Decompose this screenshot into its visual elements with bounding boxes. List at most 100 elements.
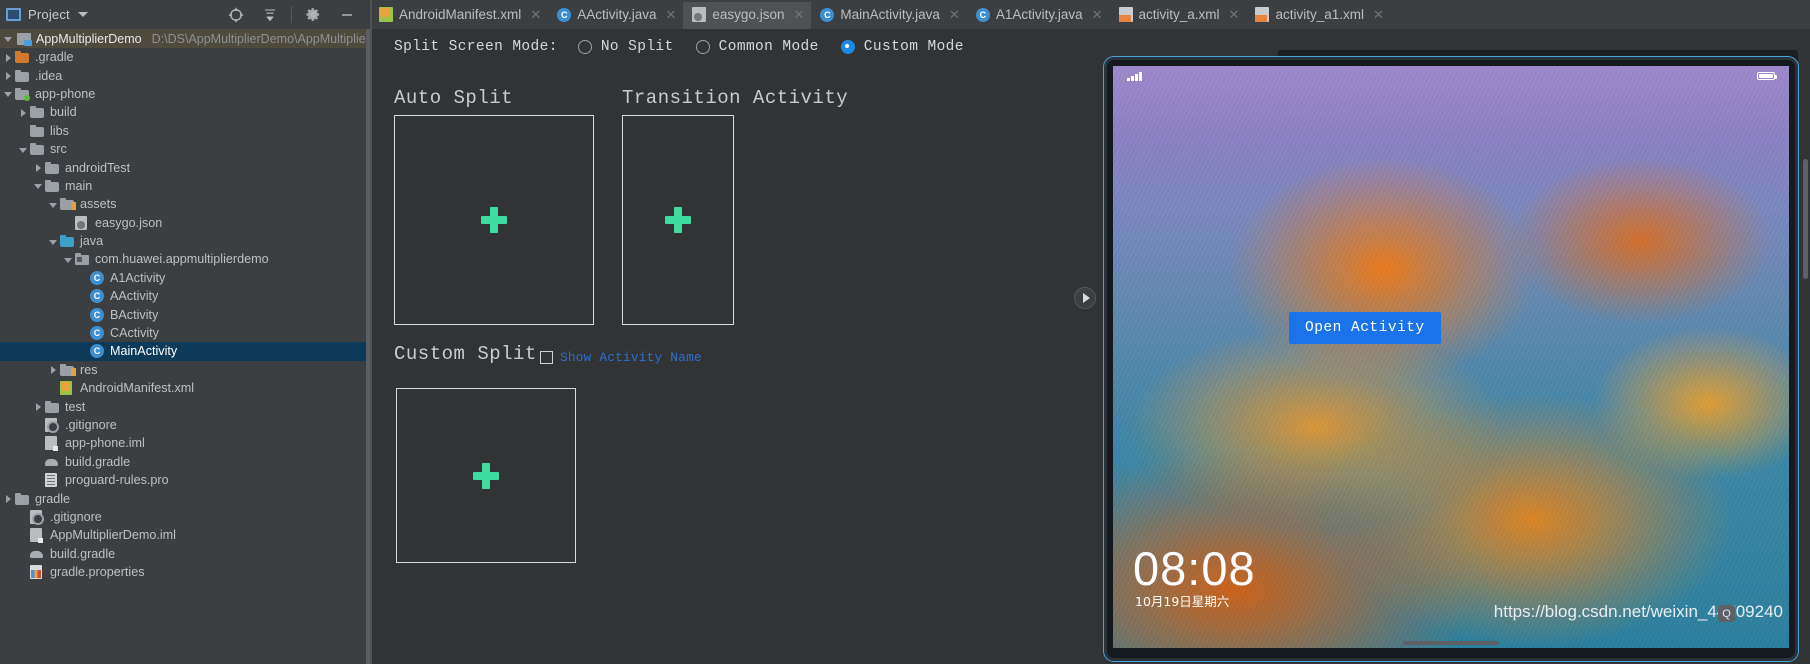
tree-item[interactable]: CActivity [0, 324, 370, 342]
plus-icon[interactable] [481, 207, 507, 233]
tree-item[interactable]: AActivity [0, 287, 370, 305]
close-icon[interactable]: ✕ [666, 7, 677, 23]
tree-item[interactable]: assets [0, 195, 370, 213]
open-activity-button[interactable]: Open Activity [1289, 312, 1441, 344]
tree-item[interactable]: libs [0, 122, 370, 140]
tree-item[interactable]: gradle.properties [0, 563, 370, 581]
chevron-right-icon[interactable] [2, 69, 15, 82]
folder-icon [45, 179, 62, 192]
editor-tab[interactable]: activity_a1.xml ✕ [1246, 0, 1390, 29]
tree-item[interactable]: .gradle [0, 48, 370, 66]
chevron-right-icon[interactable] [47, 363, 60, 376]
target-icon[interactable] [219, 0, 253, 29]
chevron-right-icon[interactable] [32, 161, 45, 174]
radio-icon[interactable] [577, 40, 592, 54]
collapse-all-icon[interactable] [253, 0, 287, 29]
editor-tab[interactable]: AActivity.java ✕ [548, 0, 683, 29]
tree-item[interactable]: .idea [0, 66, 370, 84]
tree-item[interactable]: com.huawei.appmultiplierdemo [0, 250, 370, 268]
tree-item[interactable]: res [0, 361, 370, 379]
close-icon[interactable]: ✕ [530, 7, 541, 23]
chevron-right-icon[interactable] [17, 106, 30, 119]
chevron-down-icon[interactable] [77, 12, 88, 17]
plus-icon[interactable] [665, 207, 691, 233]
tree-item[interactable]: proguard-rules.pro [0, 471, 370, 489]
package-icon [75, 253, 92, 266]
tree-item[interactable]: MainActivity [0, 342, 370, 361]
gear-icon[interactable] [296, 0, 330, 29]
close-icon[interactable]: ✕ [949, 7, 960, 23]
editor-tab[interactable]: AndroidManifest.xml ✕ [370, 0, 548, 29]
tree-item[interactable]: AndroidManifest.xml [0, 379, 370, 397]
tree-item[interactable]: build.gradle [0, 453, 370, 471]
tree-item[interactable]: build [0, 103, 370, 121]
tree-item[interactable]: app-phone.iml [0, 434, 370, 452]
tree-item-label: src [50, 142, 67, 157]
folder-blue-icon [60, 235, 77, 248]
tree-item[interactable]: .gitignore [0, 416, 370, 434]
editor-tab-active[interactable]: easygo.json ✕ [683, 0, 812, 29]
tree-item[interactable]: AppMultiplierDemo.iml [0, 526, 370, 544]
project-toolwindow-label[interactable]: Project [28, 7, 70, 22]
tree-item[interactable]: java [0, 232, 370, 250]
transition-activity-placeholder[interactable] [622, 115, 734, 325]
device-screen[interactable]: Open Activity 08:08 10月19日星期六 https://bl… [1113, 66, 1789, 648]
chevron-down-icon[interactable] [47, 235, 60, 248]
tree-item-label: CActivity [110, 326, 159, 341]
java-class-icon [557, 7, 572, 22]
chevron-right-icon[interactable] [2, 492, 15, 505]
section-title-transition-activity: Transition Activity [622, 87, 849, 109]
chevron-right-icon[interactable] [32, 400, 45, 413]
tree-item[interactable]: test [0, 397, 370, 415]
minimize-icon[interactable] [330, 0, 364, 29]
show-activity-name-row[interactable]: Show Activity Name [540, 350, 702, 365]
project-tree[interactable]: .gradle .idea app-phone build libs src android… [0, 48, 370, 664]
tree-item[interactable]: easygo.json [0, 214, 370, 232]
close-icon[interactable]: ✕ [793, 7, 804, 23]
tree-item[interactable]: gradle [0, 489, 370, 507]
close-icon[interactable]: ✕ [1229, 7, 1240, 23]
chevron-down-icon[interactable] [17, 143, 30, 156]
tree-item[interactable]: A1Activity [0, 269, 370, 287]
editor-tab[interactable]: A1Activity.java ✕ [967, 0, 1110, 29]
chevron-right-icon[interactable] [2, 51, 15, 64]
tree-item[interactable]: src [0, 140, 370, 158]
tree-item[interactable]: androidTest [0, 158, 370, 176]
plus-icon[interactable] [473, 462, 499, 489]
expand-preview-arrow-button[interactable] [1074, 287, 1096, 309]
radio-common-mode[interactable]: Common Mode [695, 39, 819, 55]
gradle-file-icon [45, 455, 62, 469]
radio-no-split[interactable]: No Split [577, 39, 674, 55]
tree-item[interactable]: app-phone [0, 85, 370, 103]
auto-split-placeholder[interactable] [394, 115, 594, 325]
project-root-row[interactable]: AppMultiplierDemo D:\DS\AppMultiplierDem… [0, 29, 370, 48]
close-icon[interactable]: ✕ [1373, 7, 1384, 23]
tree-item[interactable]: main [0, 177, 370, 195]
chevron-down-icon[interactable] [2, 32, 15, 45]
chevron-down-icon[interactable] [62, 253, 75, 266]
radio-icon-selected[interactable] [840, 40, 855, 54]
chevron-down-icon[interactable] [32, 179, 45, 192]
tree-item-label: assets [80, 197, 117, 212]
editor-tab-label: activity_a.xml [1138, 7, 1220, 22]
checkbox-icon[interactable] [540, 351, 553, 364]
editor-tab-label: easygo.json [712, 7, 785, 22]
chevron-down-icon[interactable] [47, 198, 60, 211]
radio-custom-mode[interactable]: Custom Mode [840, 39, 964, 55]
tree-item[interactable]: BActivity [0, 305, 370, 323]
editor-tab[interactable]: activity_a.xml ✕ [1110, 0, 1247, 29]
radio-icon[interactable] [695, 40, 710, 54]
chevron-down-icon[interactable] [2, 87, 15, 100]
editor-tab[interactable]: MainActivity.java ✕ [811, 0, 966, 29]
section-title-custom-split: Custom Split [394, 343, 537, 365]
tree-item-label: test [65, 399, 86, 414]
navigation-pill[interactable] [1403, 641, 1499, 645]
tree-item[interactable]: build.gradle [0, 545, 370, 563]
close-icon[interactable]: ✕ [1092, 7, 1103, 23]
custom-split-placeholder[interactable] [396, 388, 576, 563]
tree-item[interactable]: .gitignore [0, 508, 370, 526]
